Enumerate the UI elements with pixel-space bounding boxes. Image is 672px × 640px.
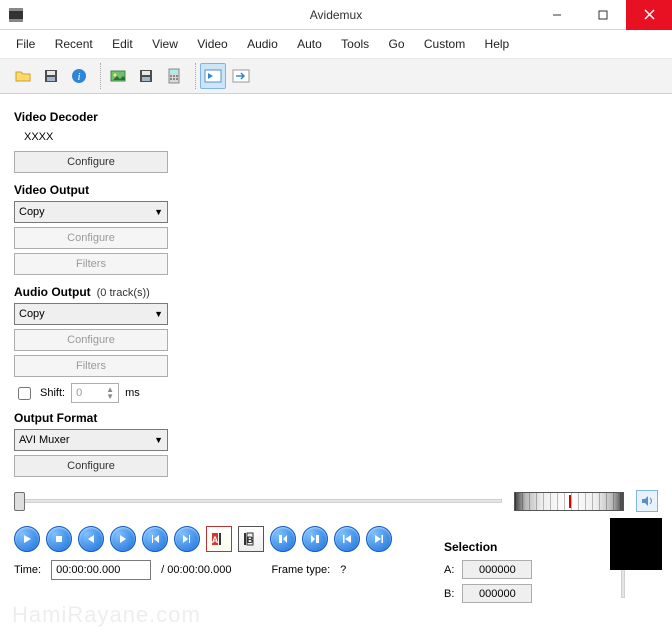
audio-output-select[interactable]: Copy ▼	[14, 303, 168, 325]
shift-unit: ms	[125, 387, 140, 399]
prev-frame-button[interactable]	[78, 526, 104, 552]
video-output-value: Copy	[19, 206, 45, 218]
stop-button[interactable]	[46, 526, 72, 552]
svg-text:B: B	[247, 535, 254, 545]
menu-bar: File Recent Edit View Video Audio Auto T…	[0, 30, 672, 59]
output-format-configure-button[interactable]: Configure	[14, 455, 168, 477]
save-alt-button[interactable]	[133, 63, 159, 89]
window-title: Avidemux	[310, 8, 362, 22]
next-black-button[interactable]	[302, 526, 328, 552]
close-button[interactable]	[626, 0, 672, 30]
menu-tools[interactable]: Tools	[333, 34, 377, 54]
selection-b-value: 000000	[462, 584, 532, 603]
output-format-label: Output Format	[14, 411, 194, 425]
go-end-button[interactable]	[366, 526, 392, 552]
output-format-value: AVI Muxer	[19, 434, 70, 446]
input-preview-button[interactable]	[200, 63, 226, 89]
video-output-filters-button: Filters	[14, 253, 168, 275]
shift-spinner[interactable]: 0 ▲▼	[71, 383, 119, 403]
slider-thumb[interactable]	[14, 492, 25, 511]
shift-value: 0	[76, 387, 82, 399]
time-total: / 00:00:00.000	[161, 564, 231, 576]
set-marker-a-button[interactable]: A	[206, 526, 232, 552]
audio-output-filters-button: Filters	[14, 355, 168, 377]
selection-a-label: A:	[444, 564, 454, 576]
selection-label: Selection	[444, 540, 604, 554]
open-file-button[interactable]	[10, 63, 36, 89]
volume-button[interactable]	[636, 490, 658, 512]
window-controls	[534, 0, 672, 30]
left-panel: Video Decoder XXXX Configure Video Outpu…	[14, 102, 194, 482]
selection-a-value: 000000	[462, 560, 532, 579]
preview-thumbnail	[610, 518, 662, 570]
audio-tracks-count: (0 track(s))	[97, 287, 150, 299]
next-frame-button[interactable]	[110, 526, 136, 552]
audio-output-label: Audio Output	[14, 285, 91, 299]
timeline-slider[interactable]	[14, 491, 502, 511]
maximize-button[interactable]	[580, 0, 626, 30]
menu-view[interactable]: View	[144, 34, 186, 54]
selection-panel: Selection A: 000000 B: 000000	[444, 540, 604, 608]
jog-wheel[interactable]	[514, 492, 624, 511]
set-marker-b-button[interactable]: B	[238, 526, 264, 552]
output-preview-button[interactable]	[228, 63, 254, 89]
video-output-configure-button: Configure	[14, 227, 168, 249]
output-format-select[interactable]: AVI Muxer ▼	[14, 429, 168, 451]
next-keyframe-button[interactable]	[174, 526, 200, 552]
watermark: HamiRayane.com	[12, 602, 201, 628]
video-output-select[interactable]: Copy ▼	[14, 201, 168, 223]
video-decoder-label: Video Decoder	[14, 110, 194, 124]
go-start-button[interactable]	[334, 526, 360, 552]
time-input[interactable]	[51, 560, 151, 580]
picture-button[interactable]	[105, 63, 131, 89]
video-decoder-value: XXXX	[14, 128, 194, 149]
chevron-down-icon: ▼	[154, 309, 163, 319]
frame-type-value: ?	[340, 564, 346, 576]
app-icon	[8, 7, 24, 23]
shift-label: Shift:	[40, 387, 65, 399]
menu-edit[interactable]: Edit	[104, 34, 141, 54]
audio-output-value: Copy	[19, 308, 45, 320]
video-output-label: Video Output	[14, 183, 194, 197]
selection-b-label: B:	[444, 588, 454, 600]
svg-text:A: A	[212, 535, 219, 545]
chevron-down-icon: ▼	[154, 435, 163, 445]
frame-type-label: Frame type:	[271, 564, 330, 576]
menu-auto[interactable]: Auto	[289, 34, 330, 54]
menu-audio[interactable]: Audio	[239, 34, 286, 54]
menu-file[interactable]: File	[8, 34, 43, 54]
menu-custom[interactable]: Custom	[416, 34, 473, 54]
decoder-configure-button[interactable]: Configure	[14, 151, 168, 173]
save-button[interactable]	[38, 63, 64, 89]
info-button[interactable]: i	[66, 63, 92, 89]
play-button[interactable]	[14, 526, 40, 552]
time-label: Time:	[14, 564, 41, 576]
menu-video[interactable]: Video	[189, 34, 235, 54]
video-preview-area	[204, 102, 662, 482]
menu-help[interactable]: Help	[477, 34, 518, 54]
menu-go[interactable]: Go	[381, 34, 413, 54]
audio-output-configure-button: Configure	[14, 329, 168, 351]
calculator-button[interactable]	[161, 63, 187, 89]
minimize-button[interactable]	[534, 0, 580, 30]
prev-black-button[interactable]	[270, 526, 296, 552]
spinner-arrows-icon: ▲▼	[106, 386, 114, 400]
prev-keyframe-button[interactable]	[142, 526, 168, 552]
title-bar: Avidemux	[0, 0, 672, 30]
toolbar: i	[0, 59, 672, 94]
shift-checkbox[interactable]	[18, 387, 31, 400]
chevron-down-icon: ▼	[154, 207, 163, 217]
menu-recent[interactable]: Recent	[47, 34, 101, 54]
svg-text:i: i	[77, 71, 80, 83]
